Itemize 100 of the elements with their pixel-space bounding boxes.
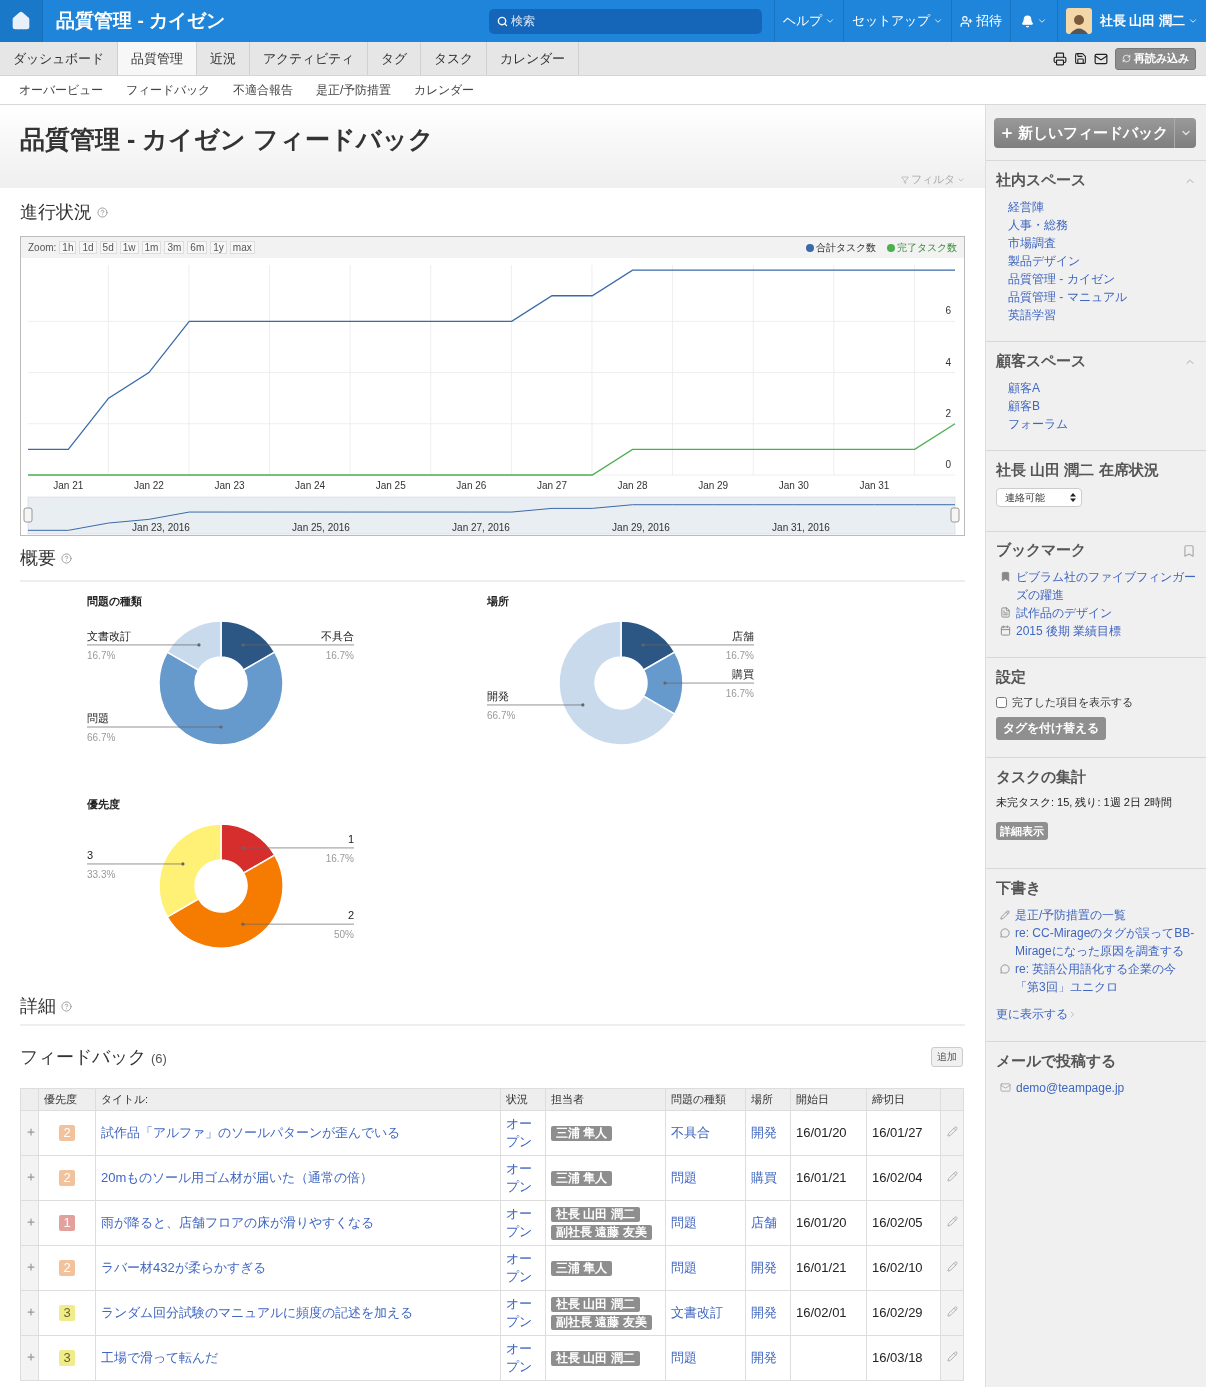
bookmark-link[interactable]: 2015 後期 業績目標: [1016, 622, 1122, 640]
assignee-tag[interactable]: 三浦 隼人: [551, 1126, 613, 1141]
space-link[interactable]: フォーラム: [996, 415, 1196, 433]
list-title: フィードバック: [20, 1046, 146, 1069]
tab[interactable]: 品質管理: [118, 42, 197, 75]
assignee-tag[interactable]: 副社長 遠藤 友美: [551, 1315, 652, 1330]
retag-button[interactable]: タグを付け替える: [996, 717, 1106, 740]
column-header[interactable]: 状況: [500, 1088, 546, 1111]
tab[interactable]: アクティビティ: [250, 42, 368, 75]
show-more-link[interactable]: 更に表示する: [996, 1005, 1077, 1023]
column-header[interactable]: 問題の種類: [665, 1088, 746, 1111]
zoom-button[interactable]: 5d: [99, 241, 117, 254]
zoom-button[interactable]: 3m: [164, 241, 185, 254]
axis-label: Jan 31: [859, 480, 890, 491]
due-date: 16/02/10: [872, 1260, 923, 1276]
sidebar-heading: メールで投稿する: [996, 1052, 1116, 1071]
space-link[interactable]: 人事・総務: [996, 216, 1196, 234]
email-link[interactable]: demo@teampage.jp: [1016, 1079, 1125, 1097]
axis-label: 0: [945, 459, 951, 470]
type-link[interactable]: 不具合: [671, 1125, 710, 1141]
zoom-label: Zoom:: [28, 242, 57, 253]
axis-label: Jan 23: [214, 480, 245, 491]
due-date: 16/01/27: [872, 1125, 923, 1141]
zoom-button[interactable]: 1d: [79, 241, 97, 254]
priority-badge: 2: [59, 1170, 75, 1187]
subnav-link[interactable]: フィードバック: [126, 81, 210, 99]
place-link[interactable]: 開発: [751, 1350, 777, 1366]
subnav-link[interactable]: 是正/予防措置: [316, 81, 392, 99]
subnav-link[interactable]: カレンダー: [414, 81, 475, 99]
space-link[interactable]: 英語学習: [996, 306, 1196, 324]
assignee-tag[interactable]: 副社長 遠藤 友美: [551, 1225, 652, 1240]
column-header[interactable]: タイトル:: [95, 1088, 501, 1111]
slice-label: 問題: [87, 712, 109, 724]
axis-label: Jan 25, 2016: [292, 522, 350, 533]
tab[interactable]: タグ: [368, 42, 421, 75]
column-header[interactable]: 締切日: [866, 1088, 941, 1111]
zoom-button[interactable]: 6m: [187, 241, 208, 254]
chart-title: 問題の種類: [87, 595, 142, 607]
draft-link[interactable]: re: 英語公用語化する企業の今「第3回」ユニクロ: [1015, 960, 1196, 996]
item-title-link[interactable]: 工場で滑って転んだ: [101, 1350, 218, 1366]
place-link[interactable]: 店舗: [751, 1215, 777, 1231]
draft-link[interactable]: 是正/予防措置の一覧: [1015, 906, 1127, 924]
item-count: (6): [151, 1051, 167, 1066]
space-link[interactable]: 品質管理 - マニュアル: [996, 288, 1196, 306]
presence-select[interactable]: 連絡可能: [996, 488, 1082, 507]
zoom-button[interactable]: 1h: [59, 241, 77, 254]
place-link[interactable]: 開発: [751, 1305, 777, 1321]
legend-label: 合計タスク数: [816, 240, 876, 255]
zoom-button[interactable]: 1w: [119, 241, 139, 254]
start-date: 16/01/21: [796, 1260, 847, 1276]
tab[interactable]: タスク: [421, 42, 487, 75]
type-link[interactable]: 問題: [671, 1260, 697, 1276]
axis-label: Jan 27, 2016: [452, 522, 510, 533]
zoom-button[interactable]: 1m: [141, 241, 162, 254]
subnav-link[interactable]: オーバービュー: [19, 81, 103, 99]
start-date: 16/02/01: [796, 1305, 847, 1321]
space-link[interactable]: 顧客A: [996, 379, 1196, 397]
assignee-tag[interactable]: 社長 山田 潤二: [551, 1351, 640, 1366]
zoom-button[interactable]: 1y: [210, 241, 227, 254]
column-header[interactable]: 優先度: [38, 1088, 96, 1111]
percent-label: 66.7%: [487, 709, 516, 721]
sidebar-heading: 下書き: [996, 879, 1041, 898]
column-header[interactable]: 場所: [745, 1088, 791, 1111]
column-header[interactable]: 開始日: [790, 1088, 867, 1111]
type-link[interactable]: 問題: [671, 1170, 697, 1186]
add-button[interactable]: 追加: [931, 1047, 963, 1067]
subnav-link[interactable]: 不適合報告: [233, 81, 293, 99]
zoom-button[interactable]: max: [229, 241, 255, 254]
details-button[interactable]: 詳細表示: [996, 822, 1048, 840]
bookmark-link[interactable]: 試作品のデザイン: [1016, 604, 1112, 622]
slice-label: 開発: [487, 689, 509, 702]
tab[interactable]: 近況: [197, 42, 250, 75]
axis-label: 4: [945, 356, 951, 368]
reload-button[interactable]: 再読み込み: [1115, 47, 1196, 70]
axis-label: Jan 26: [456, 480, 487, 491]
type-link[interactable]: 問題: [671, 1215, 697, 1231]
place-link[interactable]: 購買: [751, 1170, 777, 1186]
sidebar-heading: 設定: [996, 668, 1026, 687]
start-date: 16/01/20: [796, 1125, 847, 1141]
space-link[interactable]: 経営陣: [996, 198, 1196, 216]
space-link[interactable]: 品質管理 - カイゼン: [996, 270, 1196, 288]
assignee-tag[interactable]: 三浦 隼人: [551, 1261, 613, 1276]
space-link[interactable]: 製品デザイン: [996, 252, 1196, 270]
assignee-tag[interactable]: 三浦 隼人: [551, 1171, 613, 1186]
place-link[interactable]: 開発: [751, 1260, 777, 1276]
new-feedback-button[interactable]: 新しいフィードバック: [994, 118, 1196, 148]
space-link[interactable]: 市場調査: [996, 234, 1196, 252]
axis-label: Jan 31, 2016: [772, 522, 830, 533]
assignee-tag[interactable]: 社長 山田 潤二: [551, 1207, 640, 1222]
percent-label: 16.7%: [725, 688, 754, 700]
tab[interactable]: カレンダー: [487, 42, 579, 75]
column-header[interactable]: 担当者: [545, 1088, 666, 1111]
bookmark-link[interactable]: ビブラム社のファイブフィンガーズの躍進: [1016, 568, 1196, 604]
percent-label: 16.7%: [725, 649, 754, 661]
assignee-tag[interactable]: 社長 山田 潤二: [551, 1297, 640, 1312]
item-title-link[interactable]: ラバー材432が柔らかすぎる: [101, 1260, 266, 1276]
place-link[interactable]: 開発: [751, 1125, 777, 1141]
search-field[interactable]: 検索: [489, 8, 762, 34]
space-link[interactable]: 顧客B: [996, 397, 1196, 415]
type-link[interactable]: 問題: [671, 1350, 697, 1366]
